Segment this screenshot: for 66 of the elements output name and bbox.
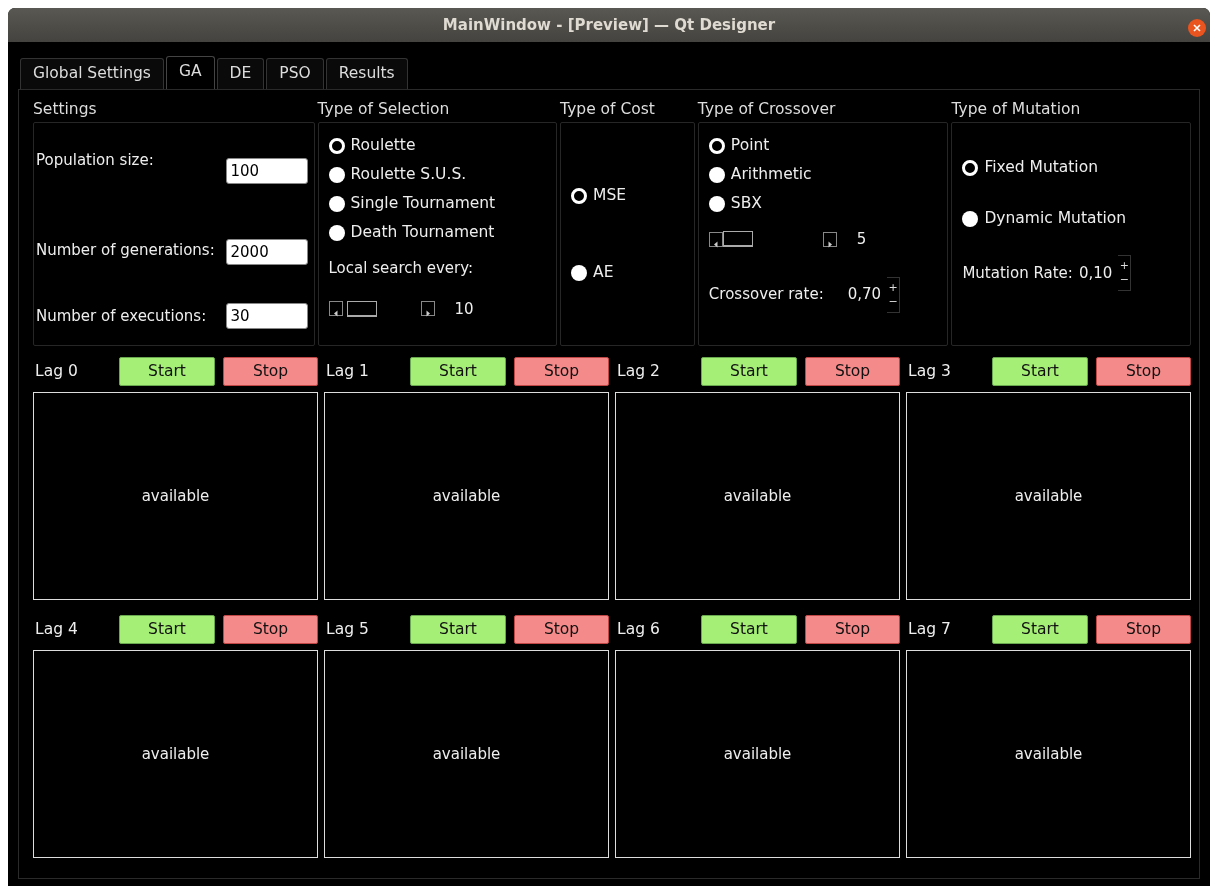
field-label: Number of generations: — [36, 240, 215, 261]
stop-button[interactable]: Stop — [805, 615, 900, 644]
tab[interactable]: GA — [165, 56, 215, 89]
radio-option[interactable]: MSE — [571, 181, 684, 210]
slider-value: 10 — [454, 298, 474, 320]
lag-label: Lag 1 — [325, 360, 370, 382]
status-text: available — [432, 743, 501, 765]
tab[interactable]: DE — [216, 58, 265, 89]
lag-label: Lag 7 — [907, 618, 952, 640]
window-title: MainWindow - [Preview] — Qt Designer — [442, 14, 776, 36]
start-button[interactable]: Start — [410, 357, 506, 386]
stop-button[interactable]: Stop — [1096, 615, 1191, 644]
radio-option[interactable]: Roulette — [328, 131, 547, 160]
group-title: Type of Selection — [317, 99, 451, 120]
group-title: Type of Cost — [560, 99, 656, 120]
radio-option[interactable]: Single Tournament — [328, 189, 547, 218]
stop-button[interactable]: Stop — [805, 357, 900, 386]
stop-button[interactable]: Stop — [223, 357, 318, 386]
status-text: available — [723, 485, 792, 507]
field-label: Number of executions: — [36, 306, 207, 323]
radio-option[interactable]: SBX — [708, 189, 938, 218]
start-button[interactable]: Start — [992, 357, 1088, 386]
start-button[interactable]: Start — [410, 615, 506, 644]
status-text: available — [141, 485, 210, 507]
start-button[interactable]: Start — [701, 357, 797, 386]
tab[interactable]: Results — [325, 58, 408, 89]
local-search-label: Local search every: — [328, 258, 475, 279]
input-field[interactable]: 30 — [225, 303, 308, 329]
radio-option[interactable]: Dynamic Mutation — [962, 204, 1180, 233]
start-button[interactable]: Start — [119, 615, 215, 644]
radio-option[interactable]: Death Tournament — [328, 218, 547, 247]
close-icon[interactable] — [1188, 16, 1206, 34]
start-button[interactable]: Start — [992, 615, 1088, 644]
group-title: Settings — [33, 99, 98, 120]
rate-label: Crossover rate: — [708, 284, 824, 306]
stop-button[interactable]: Stop — [1096, 357, 1191, 386]
stop-button[interactable]: Stop — [514, 615, 609, 644]
radio-option[interactable]: Roulette S.U.S. — [328, 160, 547, 189]
status-text: available — [141, 743, 210, 765]
lag-label: Lag 3 — [907, 360, 952, 382]
group-title: Type of Mutation — [951, 99, 1082, 120]
radio-option[interactable]: Point — [708, 131, 938, 160]
lag-label: Lag 2 — [616, 360, 661, 382]
tab[interactable]: Global Settings — [20, 58, 164, 89]
status-text: available — [432, 485, 501, 507]
lag-label: Lag 6 — [616, 618, 661, 640]
rate-label: Mutation Rate: — [962, 262, 1073, 284]
radio-option[interactable]: AE — [571, 258, 684, 287]
field-label: Population size: — [36, 150, 154, 171]
tab[interactable]: PSO — [266, 58, 324, 89]
lag-label: Lag 4 — [34, 618, 79, 640]
start-button[interactable]: Start — [119, 357, 215, 386]
start-button[interactable]: Start — [701, 615, 797, 644]
status-text: available — [723, 743, 792, 765]
input-field[interactable]: 100 — [225, 158, 308, 184]
stop-button[interactable]: Stop — [514, 357, 609, 386]
slider-value: 5 — [856, 229, 867, 250]
status-text: available — [1014, 485, 1083, 507]
lag-label: Lag 0 — [34, 360, 79, 382]
radio-option[interactable]: Fixed Mutation — [962, 153, 1180, 182]
lag-label: Lag 5 — [325, 618, 370, 640]
input-field[interactable]: 2000 — [225, 239, 308, 265]
status-text: available — [1014, 743, 1083, 765]
radio-option[interactable]: Arithmetic — [708, 160, 938, 189]
stop-button[interactable]: Stop — [223, 615, 318, 644]
group-title: Type of Crossover — [697, 99, 837, 120]
